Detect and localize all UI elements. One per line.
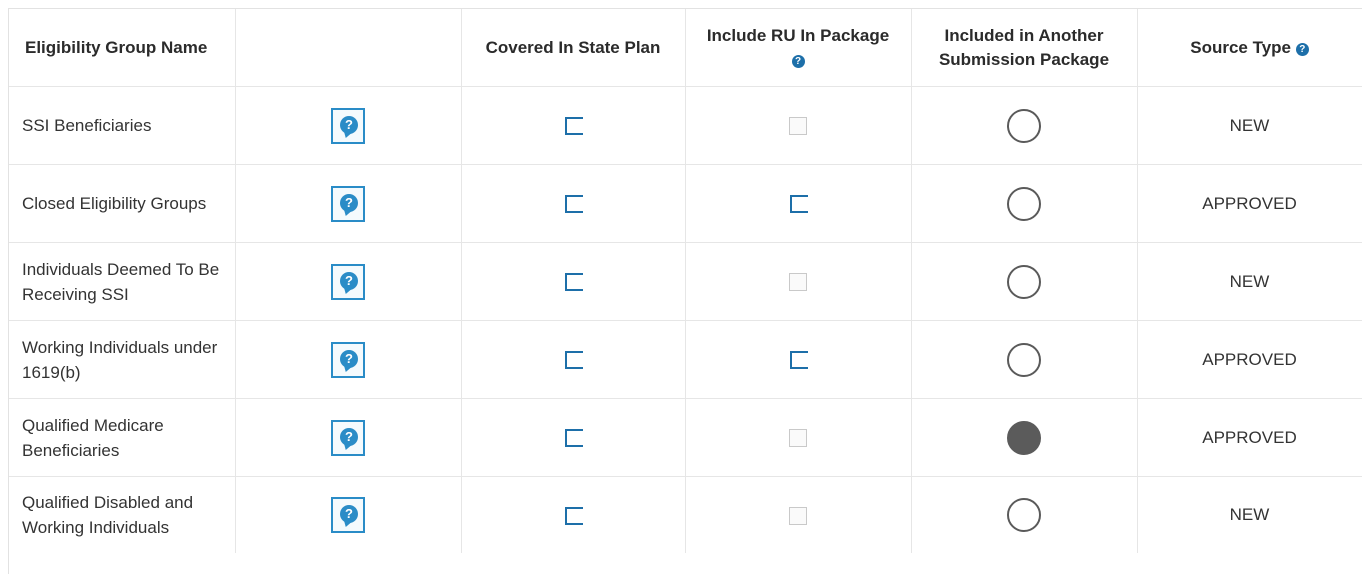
eligibility-group-name: Closed Eligibility Groups bbox=[9, 164, 236, 243]
eligibility-group-name: SSI Beneficiaries bbox=[9, 86, 236, 165]
header-eligibility-group-name: Eligibility Group Name bbox=[9, 9, 236, 87]
header-source-type-label: Source Type bbox=[1190, 37, 1292, 57]
covered-in-state-plan-checkbox[interactable] bbox=[565, 429, 583, 448]
included-in-another-radio[interactable] bbox=[1007, 186, 1041, 221]
source-type: APPROVED bbox=[1137, 164, 1362, 243]
included-in-another-radio[interactable] bbox=[1007, 420, 1041, 455]
included-in-another-radio[interactable] bbox=[1007, 264, 1041, 299]
eligibility-group-name: Working Individuals under 1619(b) bbox=[9, 320, 236, 399]
source-type: NEW bbox=[1137, 242, 1362, 321]
header-source-type: Source Type ? bbox=[1137, 9, 1362, 87]
table-row: Closed Eligibility Groups ? APPROVED bbox=[9, 164, 1362, 243]
header-included-in-another-submission-package: Included in Another Submission Package bbox=[911, 9, 1138, 87]
covered-in-state-plan-checkbox[interactable] bbox=[565, 506, 583, 525]
table-row: Qualified Disabled and Working Individua… bbox=[9, 476, 1362, 553]
source-type: NEW bbox=[1137, 476, 1362, 553]
included-in-another-radio[interactable] bbox=[1007, 108, 1041, 143]
source-type: NEW bbox=[1137, 86, 1362, 165]
eligibility-group-name: Individuals Deemed To Be Receiving SSI bbox=[9, 242, 236, 321]
source-type: APPROVED bbox=[1137, 398, 1362, 477]
include-ru-checkbox[interactable] bbox=[789, 273, 807, 292]
eligibility-groups-table: Eligibility Group Name Covered In State … bbox=[9, 9, 1362, 553]
table-header-row: Eligibility Group Name Covered In State … bbox=[9, 9, 1362, 87]
include-ru-checkbox[interactable] bbox=[789, 506, 807, 525]
header-include-ru-label: Include RU In Package bbox=[706, 25, 890, 45]
table-row: Qualified Medicare Beneficiaries ? APPRO… bbox=[9, 398, 1362, 477]
question-speech-bubble-icon[interactable]: ? bbox=[331, 263, 365, 300]
question-speech-bubble-icon[interactable]: ? bbox=[331, 419, 365, 456]
table-row: SSI Beneficiaries ? NEW bbox=[9, 86, 1362, 165]
eligibility-group-name: Qualified Medicare Beneficiaries bbox=[9, 398, 236, 477]
question-circle-icon[interactable]: ? bbox=[791, 54, 805, 68]
question-speech-bubble-icon[interactable]: ? bbox=[331, 107, 365, 144]
include-ru-checkbox[interactable] bbox=[789, 117, 807, 136]
covered-in-state-plan-checkbox[interactable] bbox=[565, 195, 583, 214]
include-ru-checkbox[interactable] bbox=[789, 429, 807, 448]
question-speech-bubble-icon[interactable]: ? bbox=[331, 497, 365, 533]
included-in-another-radio[interactable] bbox=[1007, 342, 1041, 377]
covered-in-state-plan-checkbox[interactable] bbox=[565, 117, 583, 136]
header-include-ru-in-package: Include RU In Package ? bbox=[685, 9, 912, 87]
question-speech-bubble-icon[interactable]: ? bbox=[331, 185, 365, 222]
question-circle-icon[interactable]: ? bbox=[1295, 42, 1309, 56]
covered-in-state-plan-checkbox[interactable] bbox=[565, 351, 583, 370]
eligibility-group-name: Qualified Disabled and Working Individua… bbox=[9, 476, 236, 553]
header-blank bbox=[235, 9, 462, 87]
table-row: Individuals Deemed To Be Receiving SSI ?… bbox=[9, 242, 1362, 321]
table-row: Working Individuals under 1619(b) ? APPR… bbox=[9, 320, 1362, 399]
question-speech-bubble-icon[interactable]: ? bbox=[331, 341, 365, 378]
include-ru-checkbox[interactable] bbox=[790, 351, 808, 370]
include-ru-checkbox[interactable] bbox=[790, 195, 808, 214]
source-type: APPROVED bbox=[1137, 320, 1362, 399]
included-in-another-radio[interactable] bbox=[1007, 498, 1041, 532]
covered-in-state-plan-checkbox[interactable] bbox=[565, 273, 583, 292]
header-covered-in-state-plan: Covered In State Plan bbox=[461, 9, 686, 87]
